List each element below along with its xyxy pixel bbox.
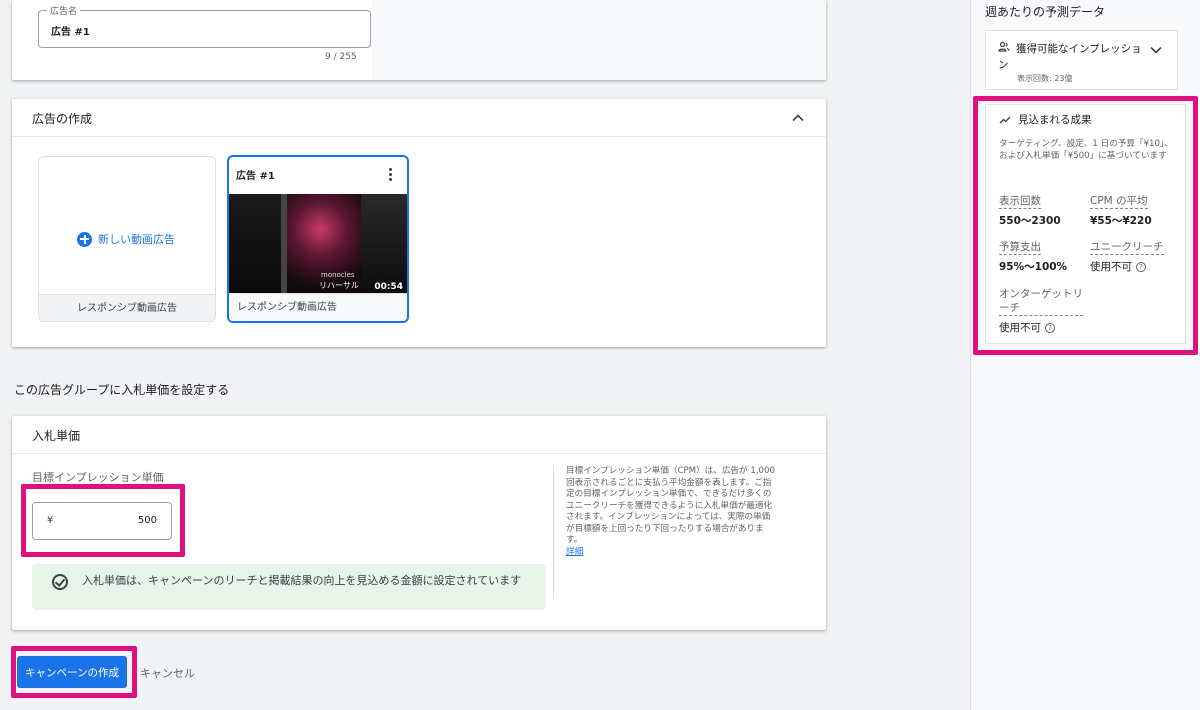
thumbnail-caption-2: リハーサル [319,281,359,290]
check-circle-icon [52,574,68,590]
add-circle-icon [77,231,92,247]
chevron-up-icon[interactable] [790,110,806,126]
expected-results-desc: ターゲティング、設定、1 日の予算「¥10」、および入札単価「¥500」に基づい… [999,139,1173,161]
ad-name-legend: 広告名 [47,4,81,17]
target-cpm-label: 目標インプレッション単価 [32,471,164,484]
video-duration: 00:54 [374,282,403,292]
more-vert-icon[interactable] [389,168,393,182]
thumbnail-caption-1: monocles [321,271,355,279]
expected-results-box: 見込まれる成果 ターゲティング、設定、1 日の予算「¥10」、および入札単価「¥… [985,104,1186,344]
ad-tile-footer: レスポンシブ動画広告 [229,293,407,321]
metric-label[interactable]: 表示回数 [999,194,1041,209]
metric-value: 使用不可? [1090,259,1164,274]
impressions-subtitle: 表示回数: 23億 [1017,74,1073,83]
bid-success-message: 入札単価は、キャンペーンのリーチと掲載結果の向上を見込める金額に設定されています [32,564,546,610]
metric-label[interactable]: CPM の平均 [1090,194,1148,209]
new-tile-footer: レスポンシブ動画広告 [39,294,215,321]
ad-name-counter: 9 / 255 [325,52,357,62]
bid-success-text: 入札単価は、キャンペーンのリーチと掲載結果の向上を見込める金額に設定されています [82,574,522,587]
ad-tile-title: 広告 #1 [236,171,275,182]
forecast-panel: 週あたりの予測データ 獲得可能なインプレッション 表示回数: 23億 見込まれる… [970,0,1200,710]
impressions-box[interactable]: 獲得可能なインプレッション 表示回数: 23億 [985,30,1178,90]
metric-label[interactable]: オンターゲットリーチ [999,287,1083,316]
metric-budget-spend: 予算支出 95%〜100% [999,239,1067,274]
create-campaign-button[interactable]: キャンペーンの作成 [17,656,127,688]
metric-label[interactable]: ユニークリーチ [1090,240,1164,255]
new-video-ad-tile[interactable]: 新しい動画広告 レスポンシブ動画広告 [38,156,216,322]
help-divider [553,466,554,598]
metric-unique-reach: ユニークリーチ 使用不可? [1090,239,1164,274]
new-video-ad-button[interactable]: 新しい動画広告 [77,231,175,247]
currency-symbol: ¥ [47,515,54,526]
forecast-title: 週あたりの予測データ [985,5,1106,19]
ad-name-value: 広告 #1 [51,27,90,38]
metric-value: 550〜2300 [999,215,1061,227]
target-cpm-value: 500 [137,515,157,526]
target-cpm-help-text: 目標インプレッション単価（CPM）は、広告が 1,000 回表示されるごとに支払… [566,466,775,545]
video-thumbnail: monocles リハーサル 00:54 [229,194,407,295]
ad-name-side-area [372,0,826,80]
help-icon[interactable]: ? [1136,262,1146,272]
trending-up-icon [999,116,1011,124]
target-cpm-help: 目標インプレッション単価（CPM）は、広告が 1,000 回表示されるごとに支払… [566,466,778,558]
bid-card: 入札単価 目標インプレッション単価 ¥ 500 入札単価は、キャンペーンのリーチ… [12,416,826,630]
metric-avg-cpm: CPM の平均 ¥55〜¥220 [1090,193,1152,228]
metric-value: 95%〜100% [999,261,1068,273]
learn-more-link[interactable]: 詳細 [566,547,583,557]
chevron-down-icon[interactable] [1149,43,1163,57]
cancel-button[interactable]: キャンセル [140,665,195,681]
metric-impressions: 表示回数 550〜2300 [999,193,1061,228]
help-icon[interactable]: ? [1045,323,1055,333]
ad-name-field[interactable]: 広告名 広告 #1 [38,4,371,48]
metric-label[interactable]: 予算支出 [999,240,1041,255]
ad-creation-title: 広告の作成 [32,112,93,126]
expected-results-title: 見込まれる成果 [1018,114,1092,126]
new-video-ad-label: 新しい動画広告 [98,233,175,246]
bid-card-header: 入札単価 [12,416,826,454]
metric-on-target-reach: オンターゲットリーチ 使用不可? [999,287,1083,335]
ad-creation-header[interactable]: 広告の作成 [12,99,826,137]
ad-creation-card: 広告の作成 新しい動画広告 レスポンシブ動画広告 広告 #1 monocles … [12,99,826,347]
impressions-title: 獲得可能なインプレッション [998,43,1142,71]
ad-name-card: 広告名 広告 #1 9 / 255 [12,0,826,80]
metric-value: ¥55〜¥220 [1090,215,1152,227]
ad-tile[interactable]: 広告 #1 monocles リハーサル 00:54 レスポンシブ動画広告 [227,155,409,323]
bid-card-title: 入札単価 [32,429,81,443]
main-area: 広告名 広告 #1 9 / 255 広告の作成 新しい動画広告 レスポンシブ動画… [0,0,970,710]
metric-value: 使用不可? [999,320,1083,335]
target-cpm-input[interactable]: ¥ 500 [32,502,172,540]
bid-section-heading: この広告グループに入札単価を設定する [14,383,230,397]
